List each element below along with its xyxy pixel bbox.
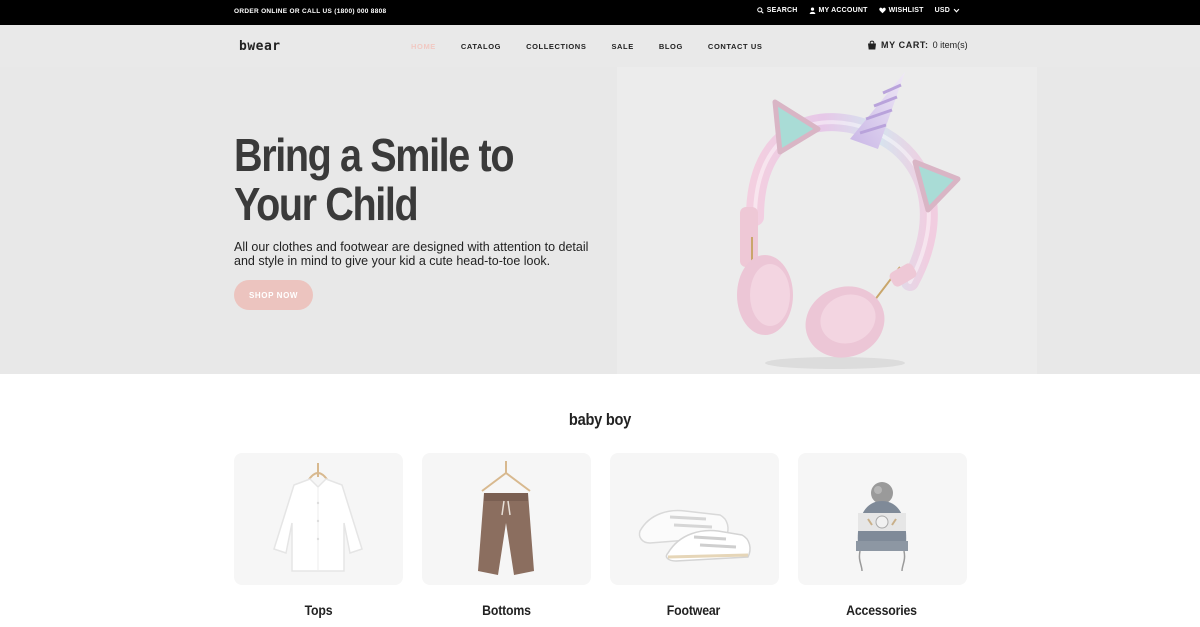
category-label-bottoms[interactable]: Bottoms [432, 602, 581, 618]
category-label-tops[interactable]: Tops [244, 602, 393, 618]
hero-title: Bring a Smile to Your Child [234, 129, 515, 230]
cart-label: MY CART: [881, 40, 929, 50]
section-title: baby boy [568, 410, 632, 429]
site-header: bwear HOME CATALOG COLLECTIONS SALE BLOG… [0, 25, 1200, 67]
wishlist-label: WISHLIST [888, 7, 924, 14]
search-icon [756, 7, 764, 14]
category-card-tops[interactable] [234, 453, 403, 585]
category-label-accessories[interactable]: Accessories [807, 602, 956, 618]
chevron-down-icon [953, 8, 960, 13]
hero-banner: Bring a Smile to Your Child All our clot… [0, 67, 1200, 374]
currency-selector[interactable]: USD [935, 7, 960, 14]
shop-now-button[interactable]: SHOP NOW [234, 280, 313, 310]
nav-item-contact-us[interactable]: CONTACT US [708, 42, 763, 51]
shirt-image [273, 463, 363, 572]
heart-icon [878, 7, 886, 14]
category-cards [234, 453, 967, 585]
nav-item-sale[interactable]: SALE [611, 42, 633, 51]
pants-image [478, 461, 534, 575]
top-links: SEARCH MY ACCOUNT WISHLIST USD [756, 7, 960, 14]
search-label: SEARCH [766, 7, 798, 14]
category-card-bottoms[interactable] [422, 453, 591, 585]
unicorn-headphones-image [737, 72, 961, 369]
shopping-bag-icon [868, 40, 876, 50]
main-nav: HOME CATALOG COLLECTIONS SALE BLOG CONTA… [411, 42, 788, 51]
search-link[interactable]: SEARCH [756, 7, 798, 14]
user-icon [809, 7, 815, 14]
currency-label: USD [934, 7, 950, 14]
category-card-accessories[interactable] [798, 453, 967, 585]
cart-link[interactable]: MY CART: 0 item(s) [867, 40, 968, 50]
wishlist-link[interactable]: WISHLIST [878, 7, 924, 14]
beanie-image [856, 482, 908, 572]
nav-item-blog[interactable]: BLOG [659, 42, 683, 51]
cart-count: 0 item(s) [932, 40, 968, 50]
nav-item-collections[interactable]: COLLECTIONS [526, 42, 586, 51]
nav-item-catalog[interactable]: CATALOG [461, 42, 501, 51]
my-account-link[interactable]: MY ACCOUNT [809, 7, 868, 14]
category-card-footwear[interactable] [610, 453, 779, 585]
logo[interactable]: bwear [239, 39, 281, 54]
my-account-label: MY ACCOUNT [818, 7, 868, 14]
hero-description: All our clothes and footwear are designe… [234, 240, 589, 268]
sneakers-image [638, 509, 751, 562]
promo-text: ORDER ONLINE OR CALL US (1800) 000 8808 [234, 8, 387, 15]
top-bar: ORDER ONLINE OR CALL US (1800) 000 8808 … [0, 0, 1200, 25]
category-label-footwear[interactable]: Footwear [619, 602, 768, 618]
nav-item-home[interactable]: HOME [411, 42, 436, 51]
